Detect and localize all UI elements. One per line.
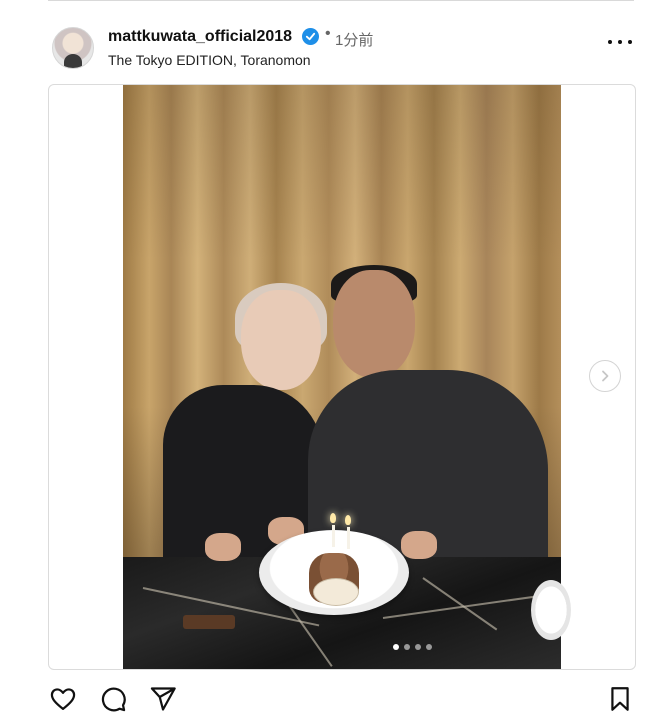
carousel-dot-4 — [426, 644, 432, 650]
username[interactable]: mattkuwata_official2018 — [108, 28, 292, 46]
comment-icon[interactable] — [98, 684, 128, 714]
carousel-dot-1 — [393, 644, 399, 650]
post-media[interactable] — [48, 84, 636, 670]
cutlery — [183, 615, 235, 629]
side-plate — [531, 580, 571, 640]
more-options-icon[interactable] — [608, 32, 632, 52]
heart-icon[interactable] — [48, 684, 78, 714]
post-location[interactable]: The Tokyo EDITION, Toranomon — [108, 52, 311, 68]
post-header: mattkuwata_official2018 • 1分前 The Tokyo … — [52, 24, 637, 70]
send-icon[interactable] — [148, 684, 178, 714]
post-time[interactable]: 1分前 — [335, 29, 373, 50]
top-divider — [48, 0, 634, 1]
chevron-right-icon[interactable] — [589, 360, 621, 392]
separator: • — [325, 25, 331, 42]
avatar[interactable] — [52, 27, 94, 69]
post-photo — [123, 85, 561, 669]
bookmark-icon[interactable] — [605, 684, 635, 714]
post-actions — [48, 684, 634, 716]
verified-badge-icon — [302, 28, 319, 45]
carousel-dot-2 — [404, 644, 410, 650]
carousel-dot-3 — [415, 644, 421, 650]
cake-message-tag — [313, 578, 359, 606]
carousel-indicator — [393, 644, 432, 650]
